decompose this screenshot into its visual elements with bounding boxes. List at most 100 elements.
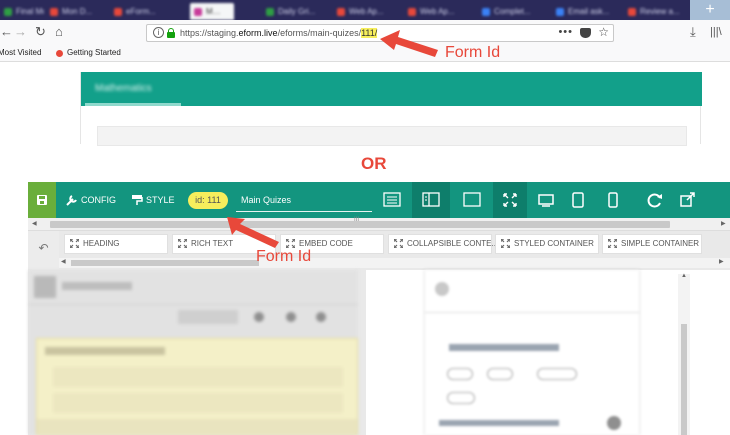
form-structure-panel[interactable] xyxy=(28,270,358,435)
browser-tab[interactable]: eForm... xyxy=(110,3,186,20)
config-button[interactable]: CONFIG xyxy=(66,182,116,218)
expand-icon xyxy=(503,193,517,207)
tab-label: Complet... xyxy=(494,7,531,16)
browser-tab[interactable]: Web Ap... xyxy=(404,3,460,20)
forward-arrow-icon[interactable]: → xyxy=(14,24,27,40)
scrollbar-thumb[interactable] xyxy=(71,260,259,266)
url-text: https://staging.eform.live/eforms/main-q… xyxy=(180,28,378,38)
home-icon[interactable]: ⌂ xyxy=(55,24,63,40)
browser-tab[interactable]: Mon D... xyxy=(46,3,106,20)
scroll-up-icon[interactable]: ▲ xyxy=(681,270,687,283)
component-label: HEADING xyxy=(83,239,120,248)
field-row[interactable] xyxy=(37,419,357,435)
menu-icon[interactable] xyxy=(286,312,296,322)
browser-tab[interactable]: Final Mo… xyxy=(0,3,44,20)
page-label-blur xyxy=(62,282,132,290)
bookmark-most-visited[interactable]: Most Visited xyxy=(0,46,41,60)
scroll-left-icon[interactable]: ◀ xyxy=(32,218,37,231)
bookmark-getting-started[interactable]: Getting Started xyxy=(67,46,121,60)
form-page-title: Mathematics xyxy=(95,83,152,94)
toolbar-scrollbar[interactable]: ◀ III ▶ xyxy=(28,217,730,231)
bookmarks-bar: Most Visited Getting Started xyxy=(0,44,730,62)
undo-icon: ↶ xyxy=(38,241,49,255)
scrollbar-thumb[interactable]: III xyxy=(50,217,670,228)
save-icon xyxy=(37,195,47,205)
pocket-icon[interactable] xyxy=(580,28,591,38)
form-header-bar: Mathematics xyxy=(81,72,702,106)
settings-gear-icon[interactable] xyxy=(607,416,621,430)
browser-tab[interactable]: Review a... xyxy=(624,3,686,20)
section-container[interactable] xyxy=(36,338,358,435)
browser-tab[interactable]: Email ask... xyxy=(552,3,612,20)
mobile-icon[interactable] xyxy=(603,190,623,210)
answer-option[interactable] xyxy=(537,368,577,380)
answer-option[interactable] xyxy=(447,392,475,404)
scroll-right-icon[interactable]: ▶ xyxy=(719,256,724,269)
new-tab-button[interactable]: + xyxy=(690,0,730,20)
refresh-icon[interactable] xyxy=(645,190,665,210)
scrollbar-thumb[interactable] xyxy=(681,324,687,435)
add-field-button[interactable] xyxy=(178,310,238,324)
tab-label: Final Mo… xyxy=(16,7,44,16)
annotation-arrow-icon xyxy=(227,217,279,248)
form-id-annotation-bottom: Form Id xyxy=(256,248,312,265)
reload-icon[interactable]: ↻ xyxy=(35,24,46,40)
footer-text-blur xyxy=(439,420,559,426)
form-name-field[interactable]: Main Quizes xyxy=(236,190,372,212)
paint-roller-icon xyxy=(132,195,143,205)
undo-button[interactable]: ↶ xyxy=(28,231,59,269)
component-collapsible-content[interactable]: COLLAPSIBLE CONTE... xyxy=(388,234,498,254)
form-id-annotation-top: Form Id xyxy=(445,44,501,61)
components-scrollbar[interactable]: ◀ ▶ xyxy=(59,258,730,268)
expand-arrows-icon xyxy=(608,239,617,248)
question-text-blur xyxy=(449,344,559,351)
scroll-grip: III xyxy=(354,217,360,223)
component-heading[interactable]: HEADING xyxy=(64,234,168,254)
question-card xyxy=(425,270,639,435)
expand-arrows-icon xyxy=(501,239,510,248)
expand-arrows-icon xyxy=(70,239,79,248)
back-arrow-icon[interactable]: ← xyxy=(0,24,13,40)
component-label: STYLED CONTAINER xyxy=(514,239,594,248)
page-icon xyxy=(34,276,56,298)
tablet-icon[interactable] xyxy=(568,190,588,210)
component-simple-container[interactable]: SIMPLE CONTAINER xyxy=(602,234,702,254)
browser-tab-active[interactable]: M… xyxy=(190,3,234,20)
bookmark-star-icon[interactable]: ☆ xyxy=(598,25,609,39)
scroll-left-icon[interactable]: ◀ xyxy=(61,256,66,269)
wrench-icon xyxy=(66,195,77,206)
scroll-right-icon[interactable]: ▶ xyxy=(721,218,726,231)
preview-view-icon[interactable] xyxy=(462,190,482,210)
field-row[interactable] xyxy=(53,393,343,413)
page-actions-icon[interactable]: ••• xyxy=(558,26,573,38)
desktop-icon[interactable] xyxy=(536,190,556,210)
downloads-icon[interactable]: ⤓ xyxy=(690,24,696,40)
library-icon[interactable]: |||\ xyxy=(710,24,722,40)
tab-favicon-icon xyxy=(194,8,202,16)
answer-option[interactable] xyxy=(487,368,513,380)
external-link-icon[interactable] xyxy=(678,190,698,210)
browser-tab[interactable]: Web Ap... xyxy=(333,3,391,20)
browser-tab[interactable]: Complet... xyxy=(478,3,540,20)
annotation-arrow-icon xyxy=(380,30,438,57)
tab-favicon-icon xyxy=(337,8,345,16)
save-button[interactable] xyxy=(28,182,56,218)
tab-label: Daily Gri... xyxy=(278,7,316,16)
field-row[interactable] xyxy=(53,367,343,387)
builder-toolbar: CONFIG STYLE id: 111 Main Quizes xyxy=(28,182,730,218)
split-view-button[interactable] xyxy=(412,182,450,218)
tab-label: eForm... xyxy=(126,7,156,16)
component-styled-container[interactable]: STYLED CONTAINER xyxy=(495,234,599,254)
browser-tab[interactable]: Daily Gri... xyxy=(262,3,328,20)
preview-vertical-scrollbar[interactable]: ▲ xyxy=(678,273,690,435)
menu-icon[interactable] xyxy=(316,312,326,322)
style-button[interactable]: STYLE xyxy=(131,182,175,218)
tab-label: Email ask... xyxy=(568,7,610,16)
menu-icon[interactable] xyxy=(254,312,264,322)
screenshot-root: Final Mo… Mon D... eForm... M… Daily Gri… xyxy=(0,0,730,435)
info-icon[interactable]: i xyxy=(153,27,164,38)
answer-option[interactable] xyxy=(447,368,473,380)
expand-arrows-icon xyxy=(286,239,295,248)
fullscreen-button[interactable] xyxy=(493,182,527,218)
list-view-icon[interactable] xyxy=(382,190,402,210)
